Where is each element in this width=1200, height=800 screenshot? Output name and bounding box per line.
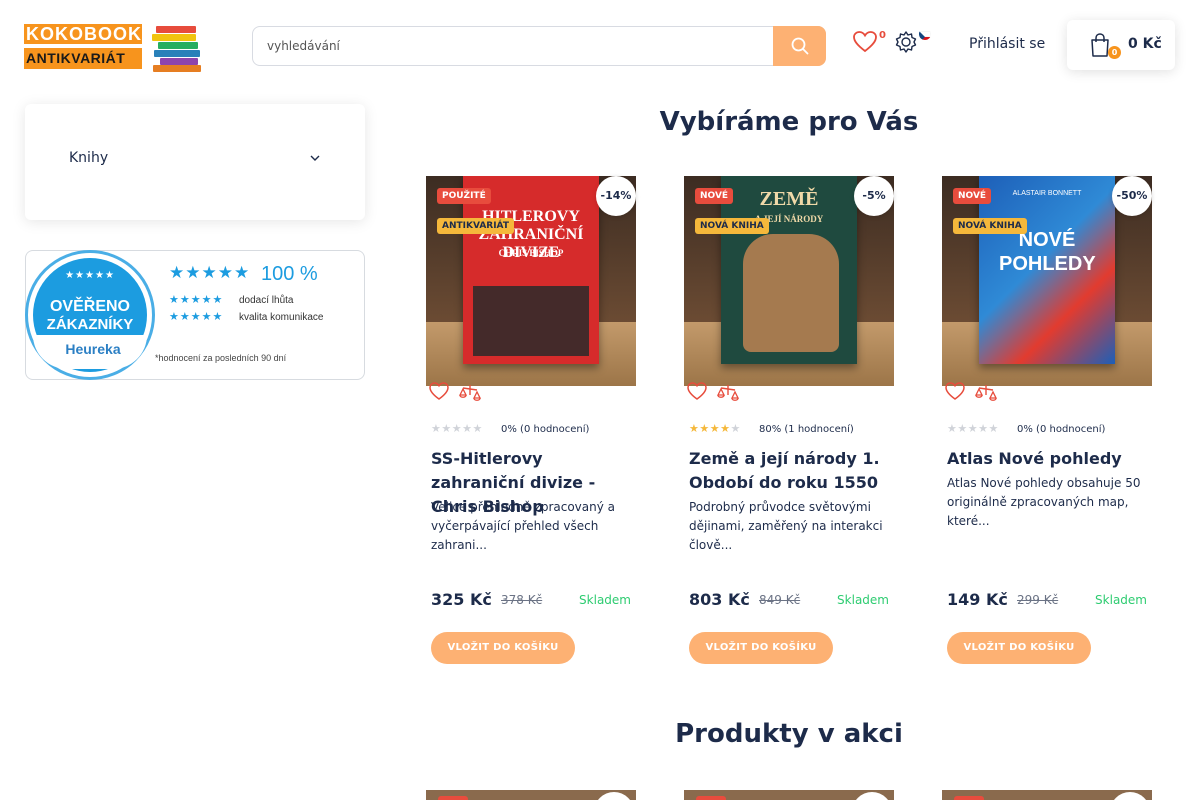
overall-stars-icon: ★★★★★	[169, 263, 251, 283]
cover-title: ZEMĚ	[759, 188, 819, 210]
search-bar	[252, 26, 826, 66]
badge-condition: NOVÉ	[953, 188, 992, 204]
badge-type: NOVÁ KNIHA	[695, 218, 769, 234]
product-card-peek[interactable]	[426, 790, 636, 800]
logo-text-sub: ANTIKVARIÁT	[24, 48, 142, 69]
seal-line1: OVĚŘENO	[49, 298, 130, 315]
product-card: ZEMĚ A JEJÍ NÁRODY NOVÉ NOVÁ KNIHA -5% ★…	[684, 176, 894, 676]
cover-author: ALASTAIR BONNETT	[1012, 190, 1082, 197]
heart-icon[interactable]	[944, 381, 966, 401]
heureka-row-communication: kvalita komunikace	[239, 312, 324, 323]
search-button[interactable]	[773, 26, 826, 66]
heureka-row-delivery: dodací lhůta	[239, 295, 294, 306]
category-menu: Knihy	[25, 104, 365, 220]
search-icon	[791, 37, 808, 55]
search-input[interactable]	[267, 27, 767, 65]
heureka-percent: 100 %	[261, 263, 318, 285]
badge-type: ANTIKVARIÁT	[437, 218, 514, 234]
compare-scales-icon[interactable]	[717, 383, 739, 403]
stock-status: Skladem	[579, 593, 631, 607]
product-description: Atlas Nové pohledy obsahuje 50 origináln…	[947, 476, 1141, 528]
stock-status: Skladem	[1095, 593, 1147, 607]
product-card-peek[interactable]	[684, 790, 894, 800]
delivery-stars-icon: ★★★★★	[169, 293, 224, 306]
product-price: 325 Kč	[431, 590, 492, 609]
cover-title: NOVÉ POHLEDY	[999, 229, 1096, 275]
wishlist-button[interactable]: 0	[852, 30, 886, 60]
rating-stars-icon: ★★★★★	[689, 422, 741, 435]
rating-text: 0% (0 hodnocení)	[1017, 424, 1106, 435]
add-to-cart-button[interactable]: VLOŽIT DO KOŠÍKU	[431, 632, 575, 664]
product-description: Velice přehledně zpracovaný a vyčerpávaj…	[431, 500, 616, 552]
logo-text-main: KOKOBOOK	[24, 24, 142, 44]
product-old-price: 299 Kč	[1017, 593, 1059, 607]
seal-stars-icon: ★★★★★	[65, 270, 115, 281]
product-card: HITLEROVY ZAHRANIČNÍ DIVIZE CHRIS BISHOP…	[426, 176, 636, 676]
discount-badge: -5%	[854, 176, 894, 216]
rating-text: 0% (0 hodnocení)	[501, 424, 590, 435]
cart-button[interactable]: 0 0 Kč	[1067, 20, 1175, 70]
product-old-price: 849 Kč	[759, 593, 801, 607]
section-title-recommended: Vybíráme pro Vás	[659, 107, 919, 137]
category-item-books[interactable]: Knihy	[69, 150, 108, 166]
section-title-sale: Produkty v akci	[675, 719, 903, 749]
compare-scales-icon[interactable]	[459, 383, 481, 403]
heureka-brand: Heureka	[65, 341, 121, 357]
gear-icon	[895, 31, 917, 53]
rating-stars-icon: ★★★★★	[947, 422, 999, 435]
heart-icon[interactable]	[428, 381, 450, 401]
product-old-price: 378 Kč	[501, 593, 543, 607]
badge-type: NOVÁ KNIHA	[953, 218, 1027, 234]
heart-icon[interactable]	[686, 381, 708, 401]
cart-count-badge: 0	[1108, 46, 1121, 59]
login-link[interactable]: Přihlásit se	[969, 36, 1045, 52]
heureka-seal: ★★★★★ OVĚŘENO ZÁKAZNÍKY Heureka	[25, 250, 155, 380]
communication-stars-icon: ★★★★★	[169, 310, 224, 323]
product-card: ALASTAIR BONNETT NOVÉ POHLEDY NOVÉ NOVÁ …	[942, 176, 1152, 676]
product-price: 149 Kč	[947, 590, 1008, 609]
chevron-down-icon[interactable]	[309, 152, 321, 164]
cover-author: CHRIS BISHOP	[498, 248, 564, 258]
add-to-cart-button[interactable]: VLOŽIT DO KOŠÍKU	[947, 632, 1091, 664]
seal-line2: ZÁKAZNÍKY	[46, 316, 134, 333]
stock-status: Skladem	[837, 593, 889, 607]
badge-condition: NOVÉ	[695, 188, 734, 204]
cart-total: 0 Kč	[1128, 36, 1162, 52]
czech-flag-icon[interactable]	[919, 28, 931, 40]
site-logo[interactable]: KOKOBOOK ANTIKVARIÁT	[24, 22, 206, 72]
product-name[interactable]: Země a její národy 1. Období do roku 155…	[689, 447, 894, 495]
add-to-cart-button[interactable]: VLOŽIT DO KOŠÍKU	[689, 632, 833, 664]
heureka-badge[interactable]: ★★★★★ OVĚŘENO ZÁKAZNÍKY Heureka ★★★★★ 10…	[25, 250, 365, 380]
heart-icon	[853, 31, 877, 53]
product-name[interactable]: Atlas Nové pohledy	[947, 447, 1152, 471]
badge-condition: POUŽITÉ	[437, 188, 491, 204]
books-stack-icon	[150, 22, 206, 72]
wishlist-count: 0	[879, 30, 886, 41]
discount-badge: -14%	[596, 176, 636, 216]
compare-scales-icon[interactable]	[975, 383, 997, 403]
product-price: 803 Kč	[689, 590, 750, 609]
product-card-peek[interactable]	[942, 790, 1152, 800]
rating-text: 80% (1 hodnocení)	[759, 424, 854, 435]
rating-stars-icon: ★★★★★	[431, 422, 483, 435]
product-description: Podrobný průvodce světovými dějinami, za…	[689, 500, 883, 552]
heureka-footnote: *hodnocení za posledních 90 dní	[155, 353, 287, 363]
discount-badge: -50%	[1112, 176, 1152, 216]
